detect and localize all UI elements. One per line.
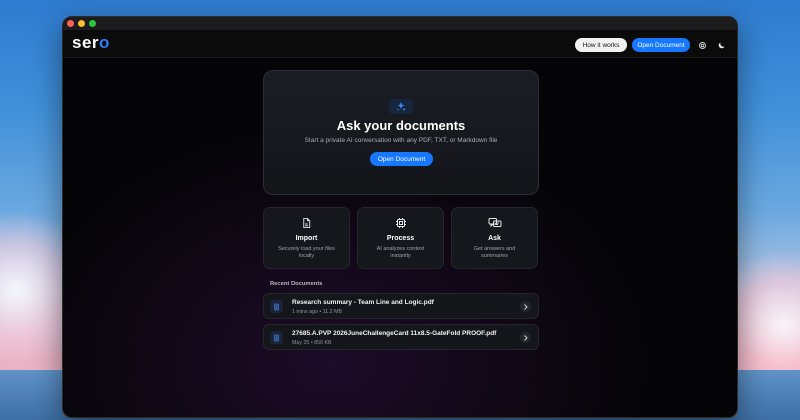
feature-desc: Get answers and summaries (473, 246, 516, 259)
main-content: Ask your documents Start a private AI co… (63, 58, 737, 417)
recent-documents-label: Recent Documents (270, 281, 323, 287)
open-document-header-button[interactable]: Open Document (632, 38, 690, 52)
document-meta: May 25 • 850 KB (292, 340, 332, 346)
app-window: sero How it works Open Document Ask your… (62, 16, 738, 418)
chat-icon (452, 217, 537, 229)
close-window-button[interactable] (67, 20, 74, 27)
document-name: 27685.A.PVP 2026JuneChallengeCard 11x8.5… (292, 330, 497, 337)
logo-accent: o (99, 33, 110, 52)
feature-desc: AI analyzes context instantly (376, 246, 425, 259)
hero-card: Ask your documents Start a private AI co… (263, 70, 539, 195)
hero-title: Ask your documents (336, 118, 466, 133)
app-header: sero How it works Open Document (63, 30, 737, 58)
logo-text: ser (72, 33, 100, 52)
window-titlebar (63, 17, 737, 30)
feature-card-import: Import Securely load your files locally (263, 207, 350, 269)
app-logo[interactable]: sero (72, 33, 110, 53)
document-name: Research summary - Team Line and Logic.p… (292, 299, 434, 306)
chevron-right-icon[interactable] (520, 301, 531, 312)
how-it-works-button[interactable]: How it works (575, 38, 627, 52)
recent-document-row[interactable]: 27685.A.PVP 2026JuneChallengeCard 11x8.5… (263, 324, 539, 350)
minimize-window-button[interactable] (78, 20, 85, 27)
feature-card-process: Process AI analyzes context instantly (357, 207, 444, 269)
chip-icon (358, 217, 443, 229)
document-icon (270, 300, 283, 313)
chevron-right-icon[interactable] (520, 332, 531, 343)
gear-icon[interactable] (696, 39, 708, 51)
maximize-window-button[interactable] (89, 20, 96, 27)
document-meta: 1 mins ago • 11.2 MB (292, 309, 343, 315)
feature-title: Ask (488, 235, 501, 242)
open-document-button[interactable]: Open Document (370, 152, 433, 166)
recent-document-row[interactable]: Research summary - Team Line and Logic.p… (263, 293, 539, 319)
sparkles-icon (389, 99, 413, 114)
moon-icon[interactable] (715, 39, 727, 51)
file-icon (264, 217, 349, 229)
feature-card-ask: Ask Get answers and summaries (451, 207, 538, 269)
feature-title: Import (295, 235, 318, 242)
feature-desc: Securely load your files locally (278, 246, 335, 259)
hero-subtitle: Start a private AI conversation with any… (304, 137, 498, 144)
feature-title: Process (386, 235, 415, 242)
document-icon (270, 331, 283, 344)
